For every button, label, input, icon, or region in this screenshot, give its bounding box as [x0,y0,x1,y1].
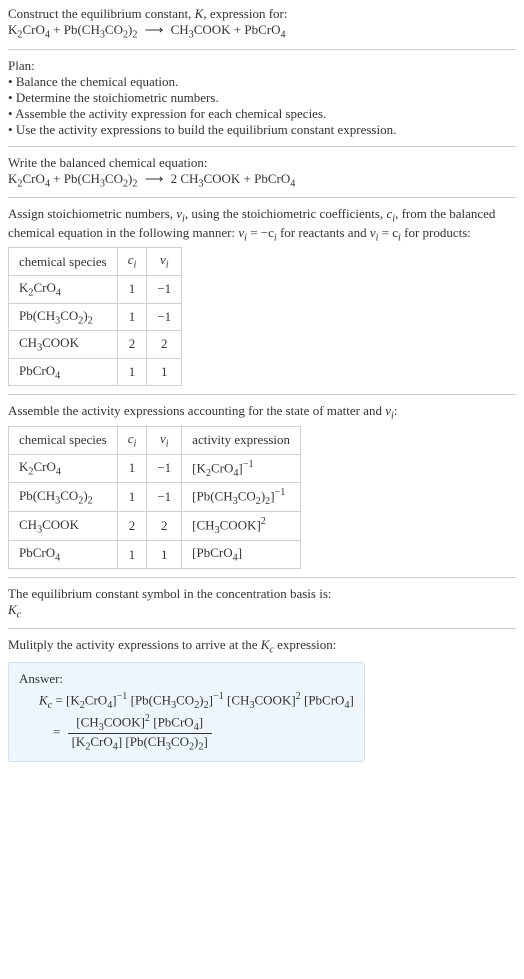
divider [8,577,516,578]
stoich-table: chemical species ci νi K2CrO4 1 −1 Pb(CH… [8,247,182,386]
assemble-text: Assemble the activity expressions accoun… [8,403,397,418]
balanced-heading: Write the balanced chemical equation: [8,155,516,171]
cell-activity: [CH3COOK]2 [182,512,301,541]
answer-box: Answer: Kc = [K2CrO4]−1 [Pb(CH3CO2)2]−1 … [8,662,365,761]
col-species: chemical species [9,426,118,454]
col-nu: νi [147,248,182,276]
table-row: K2CrO4 1 −1 [9,275,182,303]
activity-block: Assemble the activity expressions accoun… [8,403,516,569]
answer-label: Answer: [19,671,354,687]
col-species: chemical species [9,248,118,276]
fraction: [CH3COOK]2 [PbCrO4] [K2CrO4] [Pb(CH3CO2)… [68,713,212,753]
cell-species: Pb(CH3CO2)2 [9,483,118,512]
divider [8,628,516,629]
table-header-row: chemical species ci νi [9,248,182,276]
divider [8,146,516,147]
answer-body: Kc = [K2CrO4]−1 [Pb(CH3CO2)2]−1 [CH3COOK… [39,691,354,752]
answer-line-1: Kc = [K2CrO4]−1 [Pb(CH3CO2)2]−1 [CH3COOK… [39,691,354,711]
cell-c: 1 [117,454,147,483]
reaction-unbalanced: K2CrO4 + Pb(CH3CO2)2 ⟶ CH3COOK + PbCrO4 [8,22,286,37]
plan-heading: Plan: [8,58,516,74]
stoich-text: Assign stoichiometric numbers, νi, using… [8,206,495,240]
table-header-row: chemical species ci νi activity expressi… [9,426,301,454]
table-row: Pb(CH3CO2)2 1 −1 [9,303,182,331]
cell-activity: [PbCrO4] [182,541,301,569]
balanced-block: Write the balanced chemical equation: K2… [8,155,516,190]
col-c: ci [117,426,147,454]
kc-symbol: Kc [8,602,516,621]
reaction-balanced: K2CrO4 + Pb(CH3CO2)2 ⟶ 2 CH3COOK + PbCrO… [8,171,295,186]
cell-nu: 2 [147,331,182,359]
divider [8,197,516,198]
multiply-text: Mulitply the activity expressions to arr… [8,637,336,652]
cell-species: Pb(CH3CO2)2 [9,303,118,331]
cell-c: 1 [117,358,147,386]
table-row: PbCrO4 1 1 [9,358,182,386]
cell-nu: −1 [147,454,182,483]
cell-c: 2 [117,512,147,541]
table-row: PbCrO4 1 1 [PbCrO4] [9,541,301,569]
cell-c: 1 [117,303,147,331]
fraction-denominator: [K2CrO4] [Pb(CH3CO2)2] [68,734,212,753]
cell-c: 1 [117,483,147,512]
col-activity: activity expression [182,426,301,454]
plan-item: Determine the stoichiometric numbers. [8,90,516,106]
plan-item: Use the activity expressions to build th… [8,122,516,138]
plan-item: Balance the chemical equation. [8,74,516,90]
header-block: Construct the equilibrium constant, K, e… [8,6,516,41]
cell-nu: −1 [147,483,182,512]
table-row: CH3COOK 2 2 [9,331,182,359]
cell-c: 1 [117,541,147,569]
cell-nu: 2 [147,512,182,541]
answer-line-2: = [CH3COOK]2 [PbCrO4] [K2CrO4] [Pb(CH3CO… [53,713,354,753]
plan-block: Plan: Balance the chemical equation. Det… [8,58,516,138]
header-text-1: Construct the equilibrium constant, [8,6,195,21]
header-text-2: , expression for: [203,6,287,21]
table-row: CH3COOK 2 2 [CH3COOK]2 [9,512,301,541]
cell-activity: [Pb(CH3CO2)2]−1 [182,483,301,512]
fraction-numerator: [CH3COOK]2 [PbCrO4] [68,713,212,734]
cell-species: CH3COOK [9,331,118,359]
cell-species: K2CrO4 [9,454,118,483]
plan-list: Balance the chemical equation. Determine… [8,74,516,138]
divider [8,49,516,50]
right-arrow-icon: ⟶ [145,171,164,187]
cell-nu: 1 [147,541,182,569]
divider [8,394,516,395]
table-row: Pb(CH3CO2)2 1 −1 [Pb(CH3CO2)2]−1 [9,483,301,512]
plan-item: Assemble the activity expression for eac… [8,106,516,122]
cell-species: K2CrO4 [9,275,118,303]
cell-activity: [K2CrO4]−1 [182,454,301,483]
cell-c: 2 [117,331,147,359]
cell-species: PbCrO4 [9,541,118,569]
basis-block: The equilibrium constant symbol in the c… [8,586,516,621]
col-nu: νi [147,426,182,454]
col-c: ci [117,248,147,276]
table-row: K2CrO4 1 −1 [K2CrO4]−1 [9,454,301,483]
cell-species: CH3COOK [9,512,118,541]
cell-nu: 1 [147,358,182,386]
right-arrow-icon: ⟶ [145,22,164,38]
basis-text: The equilibrium constant symbol in the c… [8,586,516,602]
cell-c: 1 [117,275,147,303]
stoich-block: Assign stoichiometric numbers, νi, using… [8,206,516,386]
cell-nu: −1 [147,275,182,303]
cell-species: PbCrO4 [9,358,118,386]
multiply-block: Mulitply the activity expressions to arr… [8,637,516,656]
cell-nu: −1 [147,303,182,331]
activity-table: chemical species ci νi activity expressi… [8,426,301,569]
